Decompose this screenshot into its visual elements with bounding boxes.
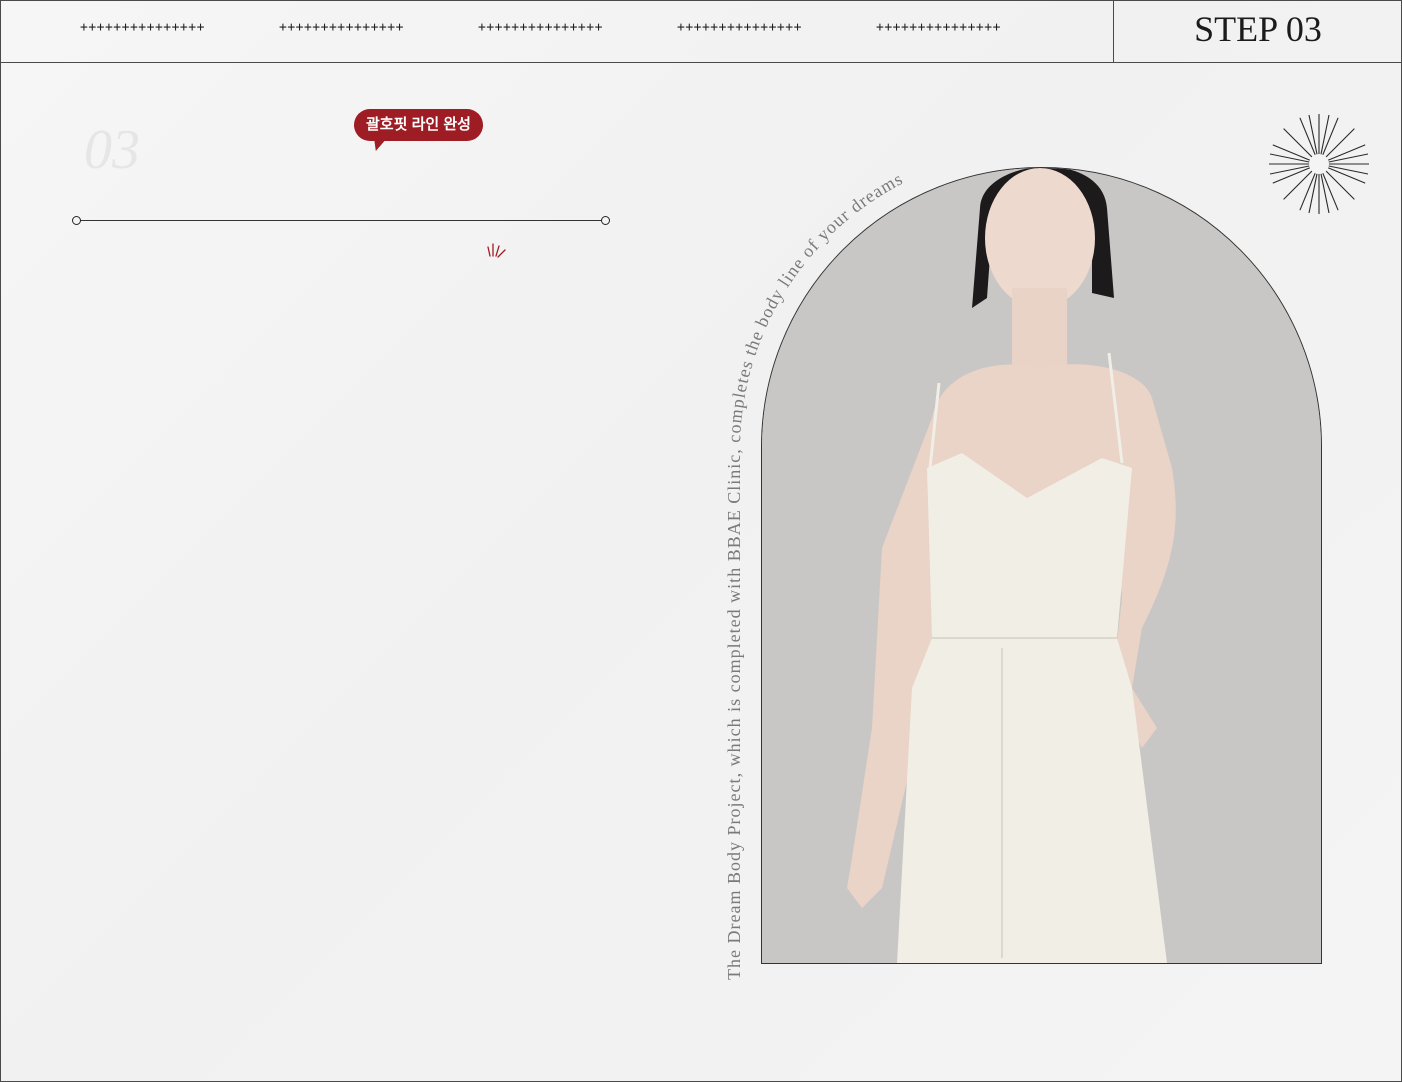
sparkle-icon xyxy=(487,243,506,258)
step-label: STEP 03 xyxy=(1194,9,1322,49)
plus-divider: +++++++++++++++ xyxy=(677,20,802,35)
section-number: 03 xyxy=(84,119,140,181)
model-illustration xyxy=(762,168,1321,963)
rule-end-dot xyxy=(601,216,610,225)
plus-divider: +++++++++++++++ xyxy=(80,20,205,35)
top-bar: +++++++++++++++ +++++++++++++++ ++++++++… xyxy=(0,0,1402,63)
model-photo xyxy=(761,167,1322,964)
rule-start-dot xyxy=(72,216,81,225)
plus-divider: +++++++++++++++ xyxy=(478,20,603,35)
sunburst-icon xyxy=(1269,114,1369,214)
section-badge: 괄호핏 라인 완성 xyxy=(354,109,483,141)
section-rule xyxy=(76,220,606,221)
plus-divider: +++++++++++++++ xyxy=(876,20,1001,35)
plus-divider: +++++++++++++++ xyxy=(279,20,404,35)
